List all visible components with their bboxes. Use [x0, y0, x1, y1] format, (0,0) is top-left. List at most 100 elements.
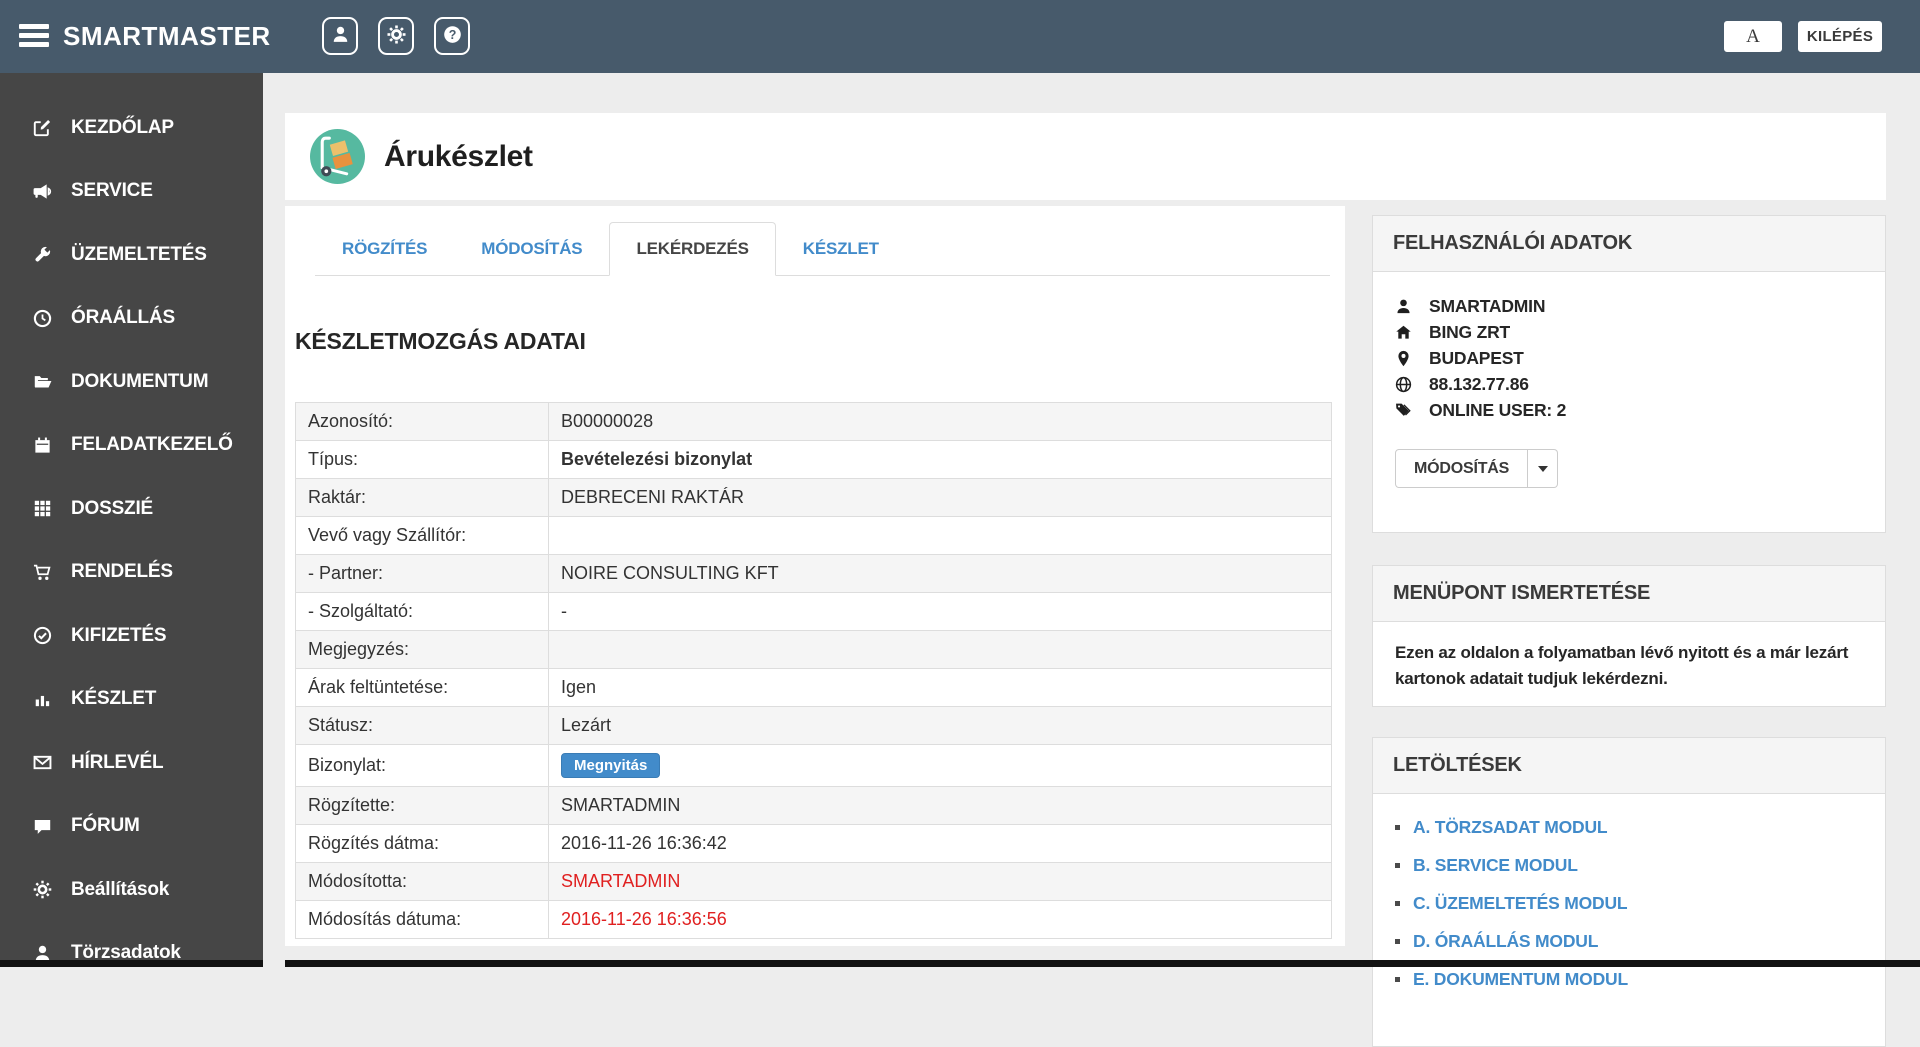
sidebar-item-hirlevel[interactable]: HÍRLEVÉL: [0, 731, 263, 795]
download-link-dokumentum[interactable]: E. DOKUMENTUM MODUL: [1413, 969, 1628, 990]
wrench-icon: [30, 245, 54, 264]
top-bar: SMARTMASTER ?: [0, 0, 1920, 73]
hand-truck-icon: [310, 129, 365, 184]
main-content: Árukészlet RÖGZÍTÉS MÓDOSÍTÁS LEKÉRDEZÉS…: [263, 73, 1920, 967]
user-panel: FELHASZNÁLÓI ADATOK SMARTADMIN BING ZRT …: [1372, 215, 1886, 533]
page-header: Árukészlet: [285, 113, 1886, 200]
topbar-right-group: A KILÉPÉS: [1724, 21, 1882, 52]
bullet-icon: [1395, 863, 1400, 868]
page-title: Árukészlet: [384, 140, 533, 174]
sidebar-item-forum[interactable]: FÓRUM: [0, 795, 263, 859]
list-item: B. SERVICE MODUL: [1395, 846, 1865, 884]
map-marker-icon: [1395, 350, 1415, 367]
menu-toggle-icon[interactable]: [19, 24, 49, 49]
user-icon: [1395, 298, 1415, 315]
menu-info-text: Ezen az oldalon a folyamatban lévő nyito…: [1373, 622, 1885, 710]
gear-icon: [387, 25, 406, 47]
user-info-row: 88.132.77.86: [1395, 371, 1865, 397]
sidebar-item-torzsadatok[interactable]: Törzsadatok: [0, 922, 263, 986]
bullet-icon: [1395, 939, 1400, 944]
tab-keszlet[interactable]: KÉSZLET: [776, 222, 906, 276]
edit-icon: [30, 118, 54, 137]
menu-info-panel: MENÜPONT ISMERTETÉSE Ezen az oldalon a f…: [1372, 565, 1886, 707]
help-button[interactable]: ?: [434, 17, 470, 55]
sidebar-item-kifizetes[interactable]: KIFIZETÉS: [0, 604, 263, 668]
megaphone-icon: [30, 182, 54, 201]
download-link-oraallas[interactable]: D. ÓRAÁLLÁS MODUL: [1413, 931, 1598, 952]
sidebar-item-beallitasok[interactable]: Beállítások: [0, 858, 263, 922]
comment-icon: [30, 817, 54, 836]
downloads-title: LETÖLTÉSEK: [1373, 738, 1885, 794]
table-row: - Partner:NOIRE CONSULTING KFT: [296, 555, 1332, 593]
folder-open-icon: [30, 372, 54, 391]
grid-icon: [30, 499, 54, 518]
table-row: Módosítás dátuma:2016-11-26 16:36:56: [296, 901, 1332, 939]
sidebar-item-dosszie[interactable]: DOSSZIÉ: [0, 477, 263, 541]
clock-icon: [30, 309, 54, 328]
svg-text:?: ?: [448, 28, 456, 42]
home-icon: [1395, 324, 1415, 341]
user-info-row: ONLINE USER: 2: [1395, 397, 1865, 423]
modify-dropdown-toggle[interactable]: [1528, 449, 1558, 488]
modify-split-button: MÓDOSÍTÁS: [1395, 449, 1558, 488]
table-row: Rögzítette:SMARTADMIN: [296, 787, 1332, 825]
user-info-row: SMARTADMIN: [1395, 293, 1865, 319]
bullet-icon: [1395, 825, 1400, 830]
chevron-down-icon: [1538, 466, 1548, 472]
tab-modositas[interactable]: MÓDOSÍTÁS: [454, 222, 609, 276]
tab-lekerdezes[interactable]: LEKÉRDEZÉS: [609, 222, 775, 276]
list-item: A. TÖRZSADAT MODUL: [1395, 808, 1865, 846]
table-row: Bizonylat:Megnyitás: [296, 745, 1332, 787]
user-icon: [331, 25, 350, 47]
table-row: Megjegyzés:: [296, 631, 1332, 669]
download-link-torzsadat[interactable]: A. TÖRZSADAT MODUL: [1413, 817, 1607, 838]
cart-icon: [30, 563, 54, 582]
table-row: Azonosító:B00000028: [296, 403, 1332, 441]
sidebar-item-dokumentum[interactable]: DOKUMENTUM: [0, 350, 263, 414]
section-title: KÉSZLETMOZGÁS ADATAI: [295, 328, 1345, 355]
sidebar-item-keszlet[interactable]: KÉSZLET: [0, 668, 263, 732]
topbar-icon-group: ?: [322, 17, 470, 55]
table-row: Vevő vagy Szállítór:: [296, 517, 1332, 555]
table-row: Rögzítés dátma:2016-11-26 16:36:42: [296, 825, 1332, 863]
sidebar-item-rendeles[interactable]: RENDELÉS: [0, 541, 263, 605]
table-row: Árak feltüntetése:Igen: [296, 669, 1332, 707]
download-link-service[interactable]: B. SERVICE MODUL: [1413, 855, 1578, 876]
footer-bar: [0, 960, 1920, 967]
menu-info-title: MENÜPONT ISMERTETÉSE: [1373, 566, 1885, 622]
modify-button[interactable]: MÓDOSÍTÁS: [1395, 449, 1528, 488]
check-circle-icon: [30, 626, 54, 645]
user-panel-title: FELHASZNÁLÓI ADATOK: [1373, 216, 1885, 272]
envelope-icon: [30, 753, 54, 772]
app-brand: SMARTMASTER: [63, 21, 271, 52]
logout-button[interactable]: KILÉPÉS: [1798, 21, 1882, 52]
open-document-button[interactable]: Megnyitás: [561, 753, 660, 778]
bullet-icon: [1395, 977, 1400, 982]
tab-bar: RÖGZÍTÉS MÓDOSÍTÁS LEKÉRDEZÉS KÉSZLET: [315, 222, 1330, 276]
table-row: - Szolgáltató:-: [296, 593, 1332, 631]
user-info-row: BING ZRT: [1395, 319, 1865, 345]
list-item: C. ÜZEMELTETÉS MODUL: [1395, 884, 1865, 922]
downloads-panel: LETÖLTÉSEK A. TÖRZSADAT MODUL B. SERVICE…: [1372, 737, 1886, 1047]
settings-button[interactable]: [378, 17, 414, 55]
user-info-row: BUDAPEST: [1395, 345, 1865, 371]
sidebar-item-feladatkezelo[interactable]: FELADATKEZELŐ: [0, 414, 263, 478]
user-menu-button[interactable]: [322, 17, 358, 55]
globe-icon: [1395, 376, 1415, 393]
download-link-uzemeltetes[interactable]: C. ÜZEMELTETÉS MODUL: [1413, 893, 1627, 914]
table-row: Raktár:DEBRECENI RAKTÁR: [296, 479, 1332, 517]
footer-gap: [263, 960, 285, 967]
detail-table: Azonosító:B00000028 Típus:Bevételezési b…: [295, 402, 1332, 939]
table-row: Státusz:Lezárt: [296, 707, 1332, 745]
sidebar: KEZDŐLAP SERVICE ÜZEMELTETÉS ÓRAÁLLÁS DO…: [0, 73, 263, 967]
sidebar-item-kezdolap[interactable]: KEZDŐLAP: [0, 96, 263, 160]
font-size-button[interactable]: A: [1724, 21, 1782, 52]
sidebar-item-oraallas[interactable]: ÓRAÁLLÁS: [0, 287, 263, 351]
sidebar-item-uzemeltetes[interactable]: ÜZEMELTETÉS: [0, 223, 263, 287]
content-card: RÖGZÍTÉS MÓDOSÍTÁS LEKÉRDEZÉS KÉSZLET KÉ…: [285, 206, 1345, 946]
table-row: Módosította:SMARTADMIN: [296, 863, 1332, 901]
bullet-icon: [1395, 901, 1400, 906]
sidebar-item-service[interactable]: SERVICE: [0, 160, 263, 224]
tab-rogzites[interactable]: RÖGZÍTÉS: [315, 222, 454, 276]
table-row: Típus:Bevételezési bizonylat: [296, 441, 1332, 479]
